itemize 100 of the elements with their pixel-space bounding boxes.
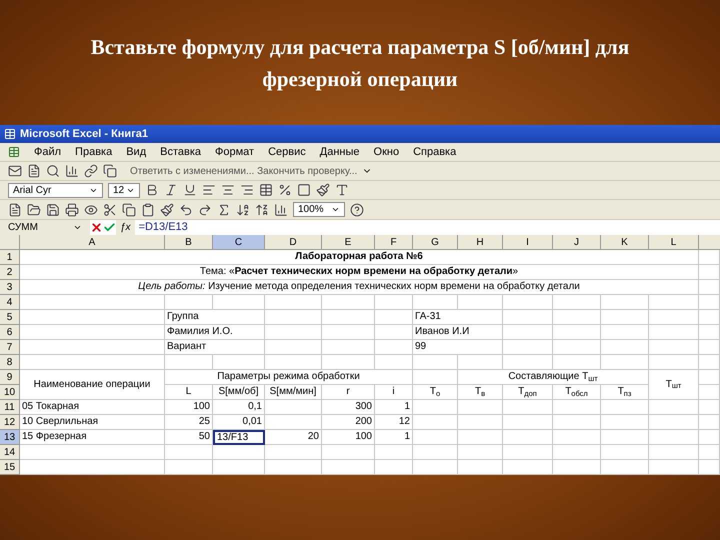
row-header[interactable]: 5 [0,310,20,325]
column-header[interactable]: I [503,235,553,250]
new-icon[interactable] [8,202,22,216]
review-toolbar-text[interactable]: Ответить с изменениями... Закончить проверку... [130,164,358,178]
row-header[interactable]: 7 [0,340,20,355]
row-header[interactable]: 11 [0,400,20,415]
column-header[interactable]: H [458,235,503,250]
underline-icon[interactable] [183,183,197,197]
percent-icon[interactable] [278,183,292,197]
sheet-cell [213,445,265,460]
menu-item[interactable]: Правка [75,144,112,160]
column-header[interactable]: F [375,235,413,250]
paste-icon[interactable] [141,202,155,216]
row-header[interactable]: 9 [0,370,20,385]
undo-icon[interactable] [179,202,193,216]
sheet-cell [503,460,553,475]
row-header[interactable]: 10 [0,385,20,400]
sort-ascending-icon[interactable] [236,202,250,216]
sheet-cell: T$_{пз}$ [601,385,649,400]
row-header[interactable]: 13 [0,430,20,445]
chart-icon[interactable] [274,202,288,216]
menu-item[interactable]: Окно [374,144,400,160]
sum-icon[interactable] [217,202,231,216]
bold-icon[interactable] [145,183,159,197]
enter-icon[interactable] [103,221,116,234]
preview-icon[interactable] [84,202,98,216]
column-header[interactable]: G [413,235,458,250]
menu-item[interactable]: Файл [34,144,62,160]
align-left-icon[interactable] [202,183,216,197]
sheet-cell [322,445,375,460]
sort-descending-icon[interactable] [255,202,269,216]
menu-item[interactable]: Вставка [160,144,202,160]
document-icon[interactable] [27,164,41,178]
sheet-cell [458,445,503,460]
row-header[interactable]: 12 [0,415,20,430]
borders-icon[interactable] [297,183,311,197]
align-right-icon[interactable] [240,183,254,197]
help-icon[interactable] [350,202,364,216]
sheet-cell: 1 [375,400,413,415]
function-icon[interactable]: ƒx [116,220,135,235]
column-header[interactable]: A [20,235,165,250]
font-select[interactable]: Arial Cyr [8,182,103,198]
sheet-cell [375,445,413,460]
row-header[interactable]: 6 [0,325,20,340]
formula-field[interactable]: =D13/E13 [134,219,192,236]
sheet-cell [553,400,601,415]
menu-item[interactable]: Справка [413,144,456,160]
sheet-cell [503,415,553,430]
sheet-cell [213,355,265,370]
row-header[interactable]: 15 [0,460,20,475]
mail-icon[interactable] [8,164,22,178]
copy-icon[interactable] [122,202,136,216]
row-header[interactable]: 14 [0,445,20,460]
menu-item[interactable]: Вид [126,144,146,160]
column-header[interactable]: B [165,235,213,250]
column-header[interactable]: J [553,235,601,250]
align-center-icon[interactable] [221,183,235,197]
font-size-select[interactable]: 12 [108,182,140,198]
menu-item[interactable]: Формат [215,144,254,160]
sheet-cell [699,325,720,340]
column-header[interactable]: C [213,235,265,250]
zoom-select[interactable]: 100% [293,202,345,217]
sheet-cell [265,415,322,430]
sheet-cell: Тема: «Расчет технических норм времени на обработку детали» [20,265,699,280]
brush-icon[interactable] [160,202,174,216]
sheet-cell [649,415,699,430]
row-header[interactable]: 4 [0,295,20,310]
sheet-cell: S[мм/мин] [265,385,322,400]
column-header[interactable]: D [265,235,322,250]
sheet-cell [265,445,322,460]
row-header[interactable]: 8 [0,355,20,370]
row-header[interactable]: 2 [0,265,20,280]
cut-icon[interactable] [103,202,117,216]
row-header[interactable]: 1 [0,250,20,265]
cancel-icon[interactable] [90,221,103,234]
copy-icon[interactable] [103,164,117,178]
chart-icon[interactable] [65,164,79,178]
italic-icon[interactable] [164,183,178,197]
sheet-cell [699,265,720,280]
link-icon[interactable] [84,164,98,178]
column-header[interactable]: L [649,235,699,250]
print-icon[interactable] [65,202,79,216]
sheet-cell [601,430,649,445]
column-header[interactable]: K [601,235,649,250]
open-icon[interactable] [27,202,41,216]
menu-item[interactable]: Сервис [268,144,306,160]
redo-icon[interactable] [198,202,212,216]
column-header[interactable]: E [322,235,375,250]
name-box[interactable]: СУММ [0,220,90,235]
save-icon[interactable] [46,202,60,216]
menu-item[interactable]: Данные [320,144,360,160]
sheet-cell: 0,01 [213,415,265,430]
sheet-cell [458,355,503,370]
sheet-cell [265,355,322,370]
sheet-icon[interactable] [8,146,20,158]
sheet-cell: T$_{в}$ [458,385,503,400]
sheet-cell [322,325,375,340]
row-header[interactable]: 3 [0,280,20,295]
search-icon[interactable] [46,164,60,178]
sheet-cell [649,355,699,370]
